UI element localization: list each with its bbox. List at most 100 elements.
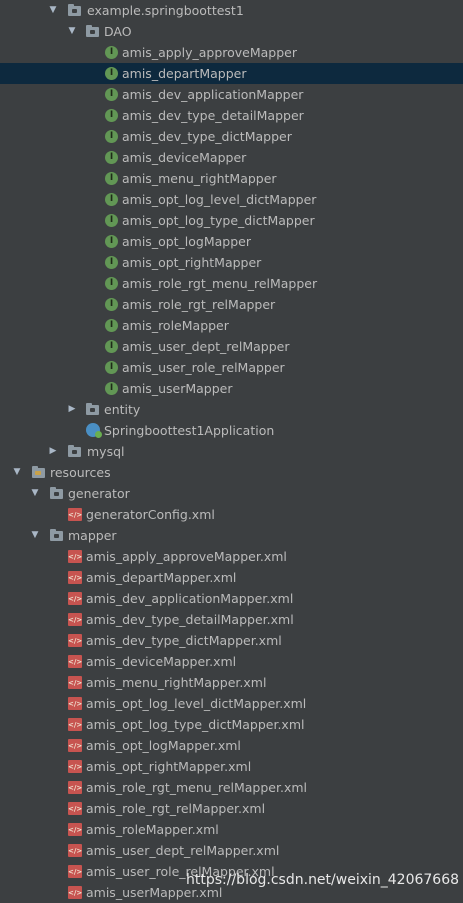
tree-item-interface[interactable]: Iamis_roleMapper xyxy=(0,315,463,336)
tree-item-label: amis_user_role_relMapper xyxy=(122,360,285,375)
tree-item-label: entity xyxy=(104,402,141,417)
tree-item-label: amis_opt_logMapper.xml xyxy=(86,738,241,753)
tree-item-dao-folder[interactable]: ▼ DAO xyxy=(0,21,463,42)
xml-file-icon: </> xyxy=(68,781,82,794)
tree-item-label: amis_role_rgt_relMapper.xml xyxy=(86,801,266,816)
tree-item-xml-file[interactable]: </> amis_user_dept_relMapper.xml xyxy=(0,840,463,861)
tree-item-xml-file[interactable]: </> amis_opt_log_level_dictMapper.xml xyxy=(0,693,463,714)
chevron-down-icon[interactable]: ▼ xyxy=(30,483,40,504)
tree-item-interface[interactable]: Iamis_opt_log_type_dictMapper xyxy=(0,210,463,231)
interface-icon: I xyxy=(105,340,118,353)
xml-file-icon: </> xyxy=(68,844,82,857)
tree-item-app-class[interactable]: Springboottest1Application xyxy=(0,420,463,441)
tree-item-interface[interactable]: Iamis_dev_type_dictMapper xyxy=(0,126,463,147)
xml-file-icon: </> xyxy=(68,823,82,836)
chevron-down-icon[interactable]: ▼ xyxy=(67,21,77,42)
tree-item-mapper-folder[interactable]: ▼ mapper xyxy=(0,525,463,546)
tree-item-label: amis_menu_rightMapper xyxy=(122,171,277,186)
tree-item-interface[interactable]: Iamis_opt_log_level_dictMapper xyxy=(0,189,463,210)
tree-item-label: amis_deviceMapper.xml xyxy=(86,654,237,669)
tree-item-entity-folder[interactable]: ▶ entity xyxy=(0,399,463,420)
chevron-right-icon[interactable]: ▶ xyxy=(67,399,77,420)
tree-item-interface[interactable]: Iamis_apply_approveMapper xyxy=(0,42,463,63)
tree-item-xml-file[interactable]: </> amis_departMapper.xml xyxy=(0,567,463,588)
tree-item-xml-file[interactable]: </> amis_dev_type_dictMapper.xml xyxy=(0,630,463,651)
interface-icon: I xyxy=(105,151,118,164)
tree-item-interface[interactable]: Iamis_opt_rightMapper xyxy=(0,252,463,273)
watermark: https://blog.csdn.net/weixin_42067668 xyxy=(186,872,460,888)
xml-file-icon: </> xyxy=(68,634,82,647)
tree-item-interface[interactable]: Iamis_dev_applicationMapper xyxy=(0,84,463,105)
tree-item-xml-file[interactable]: </> amis_opt_rightMapper.xml xyxy=(0,756,463,777)
resources-folder-icon xyxy=(32,466,45,478)
chevron-down-icon[interactable]: ▼ xyxy=(12,462,22,483)
chevron-right-icon[interactable]: ▶ xyxy=(48,441,58,462)
tree-item-label: amis_userMapper xyxy=(122,381,233,396)
tree-item-xml-file[interactable]: </> amis_menu_rightMapper.xml xyxy=(0,672,463,693)
tree-item-xml-file[interactable]: </> amis_opt_log_type_dictMapper.xml xyxy=(0,714,463,735)
chevron-down-icon[interactable]: ▼ xyxy=(30,525,40,546)
tree-item-xml-file[interactable]: </> amis_dev_type_detailMapper.xml xyxy=(0,609,463,630)
interface-icon: I xyxy=(105,46,118,59)
interface-icon: I xyxy=(105,382,118,395)
interface-icon: I xyxy=(105,277,118,290)
interface-icon: I xyxy=(105,319,118,332)
tree-item-resources-folder[interactable]: ▼ resources xyxy=(0,462,463,483)
tree-item-label: amis_roleMapper xyxy=(122,318,229,333)
folder-icon xyxy=(50,529,63,541)
tree-item-interface[interactable]: Iamis_user_role_relMapper xyxy=(0,357,463,378)
tree-item-label: amis_roleMapper.xml xyxy=(86,822,219,837)
tree-item-label: DAO xyxy=(104,24,132,39)
xml-file-icon: </> xyxy=(68,655,82,668)
tree-item-mysql-folder[interactable]: ▶ mysql xyxy=(0,441,463,462)
tree-item-interface[interactable]: Iamis_user_dept_relMapper xyxy=(0,336,463,357)
tree-item-interface[interactable]: Iamis_departMapper xyxy=(0,63,463,84)
tree-item-generator-folder[interactable]: ▼ generator xyxy=(0,483,463,504)
interface-icon: I xyxy=(105,361,118,374)
interface-icon: I xyxy=(105,88,118,101)
tree-item-label: amis_opt_logMapper xyxy=(122,234,252,249)
chevron-down-icon[interactable]: ▼ xyxy=(48,0,58,21)
tree-item-interface[interactable]: Iamis_role_rgt_relMapper xyxy=(0,294,463,315)
tree-item-label: amis_dev_type_dictMapper.xml xyxy=(86,633,282,648)
folder-icon xyxy=(86,403,99,415)
xml-file-icon: </> xyxy=(68,613,82,626)
spring-boot-class-icon xyxy=(86,423,102,438)
xml-file-icon: </> xyxy=(68,697,82,710)
interface-icon: I xyxy=(105,193,118,206)
tree-item-label: amis_dev_type_detailMapper xyxy=(122,108,304,123)
tree-item-interface[interactable]: Iamis_opt_logMapper xyxy=(0,231,463,252)
tree-item-label: amis_deviceMapper xyxy=(122,150,247,165)
tree-item-interface[interactable]: Iamis_menu_rightMapper xyxy=(0,168,463,189)
interface-icon: I xyxy=(105,130,118,143)
tree-item-xml-file[interactable]: </> amis_role_rgt_menu_relMapper.xml xyxy=(0,777,463,798)
tree-item-xml-file[interactable]: </> amis_role_rgt_relMapper.xml xyxy=(0,798,463,819)
tree-item-interface[interactable]: Iamis_userMapper xyxy=(0,378,463,399)
interface-icon: I xyxy=(105,67,118,80)
xml-file-icon: </> xyxy=(68,886,82,899)
tree-item-xml-file[interactable]: </> generatorConfig.xml xyxy=(0,504,463,525)
tree-item-interface[interactable]: Iamis_dev_type_detailMapper xyxy=(0,105,463,126)
xml-file-icon: </> xyxy=(68,718,82,731)
tree-item-label: amis_role_rgt_relMapper xyxy=(122,297,276,312)
tree-item-xml-file[interactable]: </> amis_apply_approveMapper.xml xyxy=(0,546,463,567)
tree-item-interface[interactable]: Iamis_deviceMapper xyxy=(0,147,463,168)
interface-icon: I xyxy=(105,172,118,185)
project-tree: ▼ example.springboottest1 ▼ DAO Iamis_apply_… xyxy=(0,0,463,903)
tree-item-xml-file[interactable]: </> amis_dev_applicationMapper.xml xyxy=(0,588,463,609)
tree-item-xml-file[interactable]: </> amis_deviceMapper.xml xyxy=(0,651,463,672)
folder-icon xyxy=(86,25,99,37)
tree-item-label: amis_user_dept_relMapper.xml xyxy=(86,843,280,858)
tree-item-interface[interactable]: Iamis_role_rgt_menu_relMapper xyxy=(0,273,463,294)
tree-item-label: amis_role_rgt_menu_relMapper.xml xyxy=(86,780,308,795)
xml-file-icon: </> xyxy=(68,802,82,815)
tree-item-xml-file[interactable]: </> amis_roleMapper.xml xyxy=(0,819,463,840)
interface-icon: I xyxy=(105,235,118,248)
tree-item-label: amis_departMapper.xml xyxy=(86,570,237,585)
tree-item-label: Springboottest1Application xyxy=(104,423,275,438)
tree-item-label: amis_apply_approveMapper.xml xyxy=(86,549,287,564)
tree-item-xml-file[interactable]: </> amis_opt_logMapper.xml xyxy=(0,735,463,756)
tree-item-label: amis_dev_type_dictMapper xyxy=(122,129,292,144)
tree-item-label: amis_user_dept_relMapper xyxy=(122,339,290,354)
tree-item-package[interactable]: ▼ example.springboottest1 xyxy=(0,0,463,21)
